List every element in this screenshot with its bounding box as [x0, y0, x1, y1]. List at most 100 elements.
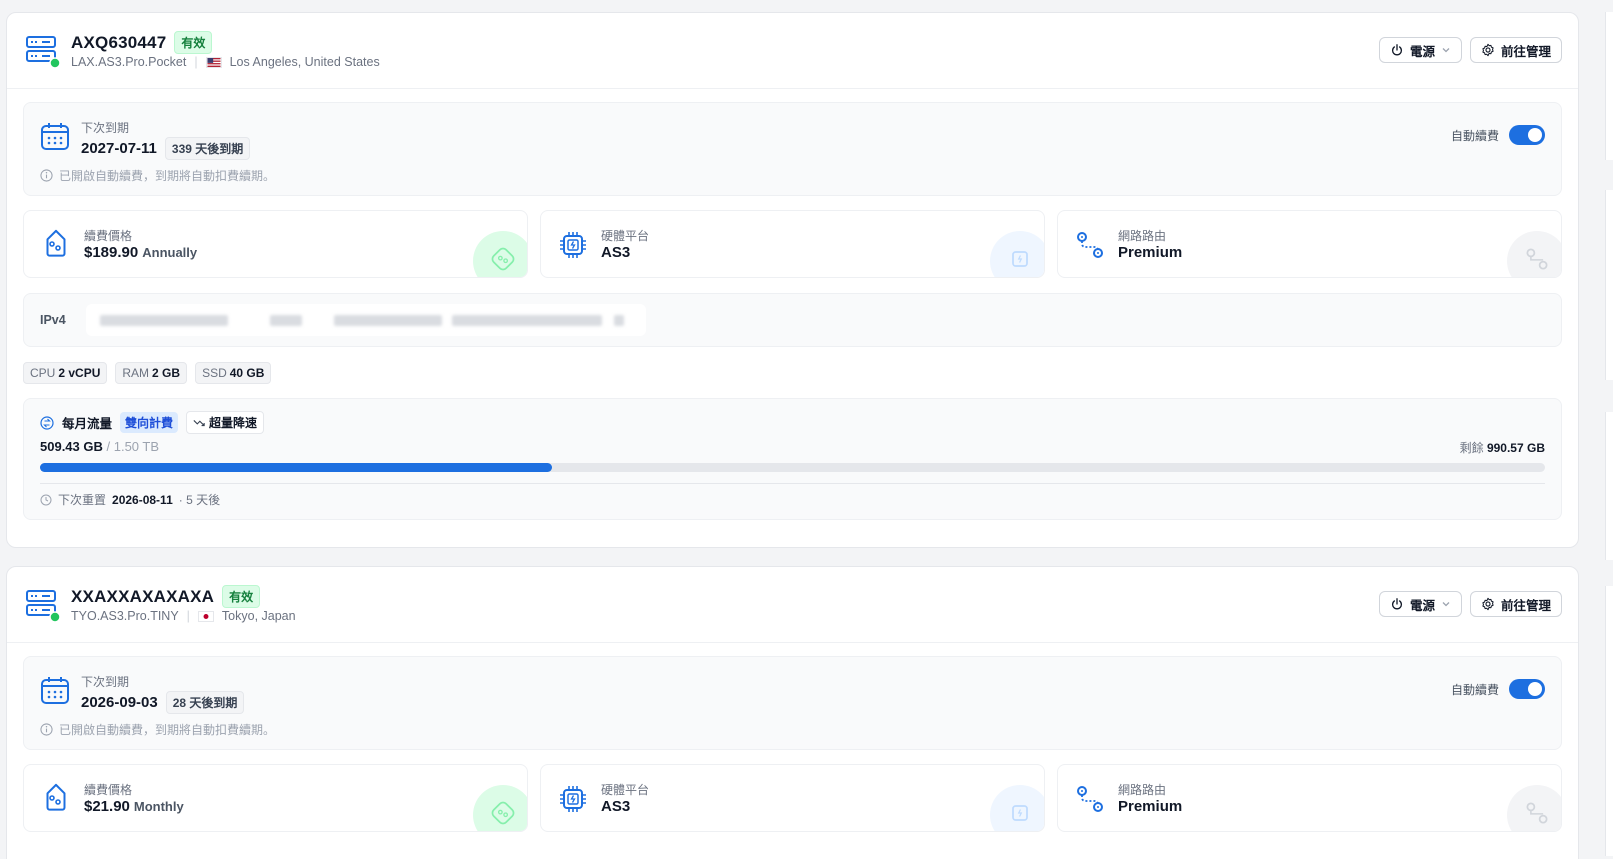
route-watermark [1507, 231, 1561, 277]
power-label: 電源 [1409, 44, 1435, 59]
platform-label: 硬體平台 [601, 783, 650, 797]
price-tile: 續費價格 $189.90 Annually [23, 210, 528, 278]
traffic-reset: 下次重置 2026-08-11 · 5 天後 [40, 491, 220, 508]
us-flag-icon [205, 56, 222, 68]
route-icon [1077, 786, 1103, 812]
calendar-icon [41, 123, 69, 150]
power-button[interactable]: 電源 [1378, 37, 1462, 63]
adjacent-card-edge [1605, 190, 1613, 380]
spec-badges: CPU 2 vCPU RAM 2 GB SSD 40 GB [23, 362, 1562, 384]
expiry-label: 下次到期 [81, 675, 130, 689]
route-value: Premium [1118, 798, 1183, 815]
cpu-chip-icon [560, 786, 586, 812]
platform-watermark [990, 231, 1044, 277]
info-icon [40, 169, 53, 182]
platform-value: AS3 [601, 798, 631, 815]
route-watermark [1507, 785, 1561, 831]
adjacent-card-edge [1605, 12, 1613, 160]
spec-cpu: CPU 2 vCPU [23, 362, 108, 384]
divider: | [186, 609, 190, 623]
trend-down-icon [193, 419, 205, 426]
manage-button[interactable]: 前往管理 [1469, 591, 1562, 617]
cpu-chip-icon [560, 232, 586, 258]
price-value: $21.90 [84, 798, 130, 815]
traffic-used: 509.43 GB / 1.50 TB [40, 439, 160, 454]
price-tag-icon [491, 801, 515, 825]
expiry-label: 下次到期 [81, 121, 130, 135]
price-tag-icon [46, 783, 66, 811]
auto-renew-label: 自動續費 [1450, 682, 1499, 697]
traffic-panel: 每月流量 雙向計費 超量降速 509.43 GB / 1.50 TB 剩餘 99… [23, 398, 1562, 520]
traffic-progress-bar [40, 463, 1545, 472]
info-tiles: 續費價格 $21.90 Monthly 硬體平台 AS3 網路路由 Premium [23, 764, 1562, 832]
price-tag-icon [491, 247, 515, 271]
plan-name: TYO.AS3.Pro.TINY [71, 609, 179, 623]
route-label: 網路路由 [1118, 783, 1167, 797]
traffic-remaining: 剩餘 990.57 GB [1459, 441, 1545, 455]
manage-button[interactable]: 前往管理 [1469, 37, 1562, 63]
gear-icon [1482, 43, 1494, 57]
cpu-chip-icon [1012, 805, 1028, 821]
billing-period: Annually [142, 245, 198, 260]
location: Tokyo, Japan [221, 609, 296, 623]
price-value: $189.90 [84, 244, 139, 261]
platform-tile: 硬體平台 AS3 [540, 210, 1045, 278]
card-header: AXQ630447 有效 LAX.AS3.Pro.Pocket | Los An… [7, 13, 1578, 89]
spec-ram: RAM 2 GB [115, 362, 188, 384]
auto-renew-note: 已開啟自動續費，到期將自動扣費續期。 [59, 723, 276, 737]
auto-renew-note: 已開啟自動續費，到期將自動扣費續期。 [59, 169, 276, 183]
price-watermark [473, 785, 527, 831]
server-icon [26, 36, 61, 69]
platform-tile: 硬體平台 AS3 [540, 764, 1045, 832]
calendar-icon [41, 677, 69, 704]
auto-renew-toggle[interactable] [1509, 679, 1545, 699]
expiry-panel: 下次到期 2027-07-11 339 天後到期 已開啟自動續費，到期將自動扣費… [23, 102, 1562, 196]
jp-flag-icon [197, 610, 214, 622]
plan-name: LAX.AS3.Pro.Pocket [71, 55, 187, 69]
platform-value: AS3 [601, 244, 631, 261]
server-name: AXQ630447 [71, 32, 167, 52]
billing-mode-badge: 雙向計費 [120, 412, 179, 433]
route-icon [1526, 248, 1548, 270]
price-tag-icon [46, 229, 66, 257]
days-left-badge: 28 天後到期 [165, 691, 245, 714]
expiry-panel: 下次到期 2026-09-03 28 天後到期 已開啟自動續費，到期將自動扣費續… [23, 656, 1562, 750]
days-left-badge: 339 天後到期 [164, 137, 251, 160]
auto-renew-toggle[interactable] [1509, 125, 1545, 145]
ipv4-panel: IPv4 [23, 293, 1562, 347]
route-value: Premium [1118, 244, 1183, 261]
price-label: 續費價格 [84, 229, 133, 243]
gear-icon [1482, 597, 1494, 611]
route-tile: 網路路由 Premium [1057, 764, 1562, 832]
clock-icon [40, 494, 52, 505]
billing-period: Monthly [133, 799, 184, 814]
power-button[interactable]: 電源 [1378, 591, 1462, 617]
route-icon [1526, 802, 1548, 824]
info-tiles: 續費價格 $189.90 Annually 硬體平台 AS3 網路路由 Premi… [23, 210, 1562, 278]
expiry-date: 2027-07-11 [81, 140, 157, 157]
status-badge: 有效 [222, 585, 261, 608]
price-watermark [473, 231, 527, 277]
price-label: 續費價格 [84, 783, 133, 797]
info-icon [40, 723, 53, 736]
traffic-icon [40, 415, 54, 430]
overage-badge: 超量降速 [186, 411, 265, 434]
price-tile: 續費價格 $21.90 Monthly [23, 764, 528, 832]
platform-label: 硬體平台 [601, 229, 650, 243]
route-tile: 網路路由 Premium [1057, 210, 1562, 278]
spec-ssd: SSD 40 GB [195, 362, 272, 384]
ipv4-address-redacted[interactable] [86, 304, 646, 336]
server-name: XXAXXAXAXAXA [71, 586, 215, 606]
divider: | [194, 55, 198, 69]
adjacent-card-edge [1605, 412, 1613, 560]
route-label: 網路路由 [1118, 229, 1167, 243]
manage-label: 前往管理 [1500, 598, 1551, 613]
divider [40, 483, 1545, 484]
power-label: 電源 [1409, 598, 1435, 613]
power-icon [1391, 44, 1402, 56]
cpu-chip-icon [1012, 251, 1028, 267]
chevron-down-icon [1442, 602, 1450, 607]
ipv4-label: IPv4 [40, 313, 66, 327]
route-icon [1077, 232, 1103, 258]
adjacent-card-edge [1605, 586, 1613, 856]
